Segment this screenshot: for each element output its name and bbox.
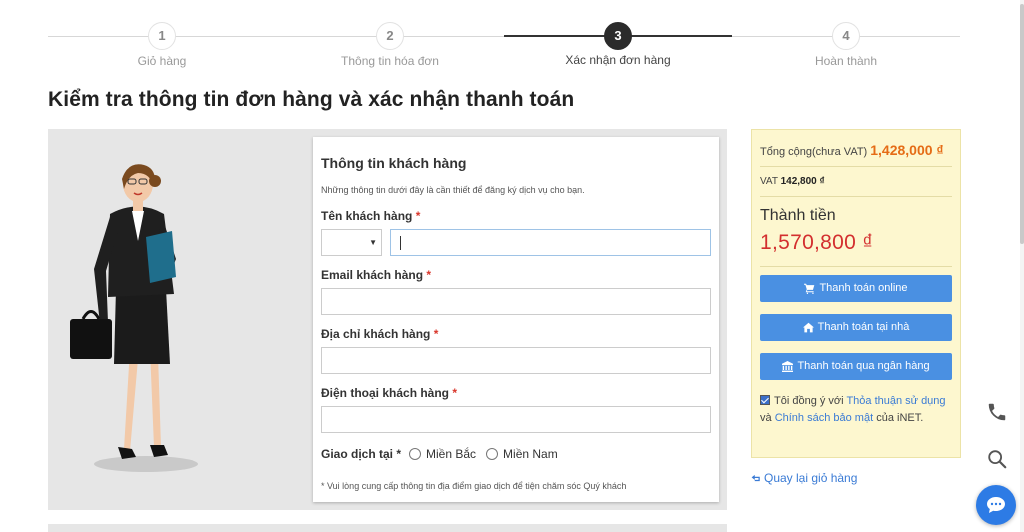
address-label: Địa chỉ khách hàng * xyxy=(321,327,438,341)
cart-icon xyxy=(804,283,815,294)
address-input[interactable] xyxy=(321,347,711,374)
return-icon xyxy=(751,474,760,482)
divider xyxy=(760,166,952,167)
order-summary: Tổng cộng(chưa VAT) 1,428,000 ₫ VAT 142,8… xyxy=(751,129,961,458)
back-to-cart-link[interactable]: Quay lại giỏ hàng xyxy=(751,471,857,485)
agree-prefix: Tôi đồng ý với xyxy=(774,395,844,407)
radio-north-label[interactable]: Miền Bắc xyxy=(426,447,476,461)
email-input[interactable] xyxy=(321,288,711,315)
step-invoice[interactable]: 2 Thông tin hóa đơn xyxy=(276,22,504,68)
required-mark: * xyxy=(433,327,439,341)
pay-online-label: Thanh toán online xyxy=(819,282,908,294)
total-label: Thành tiền xyxy=(760,207,836,224)
radio-south[interactable] xyxy=(486,448,499,460)
subtotal-row: Tổng cộng(chưa VAT) 1,428,000 ₫ xyxy=(760,142,944,158)
divider xyxy=(760,266,952,267)
name-label-text: Tên khách hàng xyxy=(321,209,413,223)
divider xyxy=(760,196,952,197)
bank-icon xyxy=(782,361,794,372)
page-title: Kiểm tra thông tin đơn hàng và xác nhận … xyxy=(48,88,575,111)
email-label-text: Email khách hàng xyxy=(321,268,424,282)
checkout-stepper: 1 Giỏ hàng 2 Thông tin hóa đơn 3 Xác nhậ… xyxy=(48,22,960,72)
form-note: * Vui lòng cung cấp thông tin địa điểm g… xyxy=(321,481,627,491)
phone-label-text: Điện thoại khách hàng xyxy=(321,386,450,400)
next-section-panel xyxy=(48,524,727,532)
form-description: Những thông tin dưới đây là cần thiết để… xyxy=(321,185,585,195)
step-number: 1 xyxy=(148,22,176,50)
privacy-link[interactable]: Chính sách bảo mật xyxy=(775,412,873,424)
step-cart[interactable]: 1 Giỏ hàng xyxy=(48,22,276,68)
step-number: 2 xyxy=(376,22,404,50)
terms-agreement: Tôi đồng ý với Thỏa thuận sử dụng và Chí… xyxy=(760,393,956,427)
step-number: 4 xyxy=(832,22,860,50)
subtotal-label: Tổng cộng(chưa VAT) xyxy=(760,146,868,158)
radio-north[interactable] xyxy=(409,448,422,460)
step-label: Xác nhận đơn hàng xyxy=(565,53,671,67)
phone-icon[interactable] xyxy=(986,401,1008,423)
total-value: 1,570,800 ₫ xyxy=(760,231,874,254)
businesswoman-illustration xyxy=(70,164,198,472)
phone-input[interactable] xyxy=(321,406,711,433)
step-number: 3 xyxy=(604,22,632,50)
name-label: Tên khách hàng * xyxy=(321,209,420,223)
transaction-location: Giao dịch tại * Miền Bắc Miền Nam xyxy=(321,447,564,461)
customer-info-form: Thông tin khách hàng Những thông tin dướ… xyxy=(313,137,719,502)
text-caret xyxy=(400,236,401,250)
subtotal-value: 1,428,000 ₫ xyxy=(870,142,944,158)
chat-button[interactable] xyxy=(976,485,1016,525)
transaction-label: Giao dịch tại * xyxy=(321,447,402,461)
phone-label: Điện thoại khách hàng * xyxy=(321,386,457,400)
home-icon xyxy=(802,322,814,333)
required-mark: * xyxy=(415,209,421,223)
address-label-text: Địa chỉ khách hàng xyxy=(321,327,431,341)
pay-bank-label: Thanh toán qua ngân hàng xyxy=(797,360,930,372)
email-label: Email khách hàng * xyxy=(321,268,431,282)
form-title: Thông tin khách hàng xyxy=(321,155,467,171)
pay-at-home-label: Thanh toán tại nhà xyxy=(817,321,910,333)
step-label: Giỏ hàng xyxy=(137,54,187,68)
back-to-cart-label: Quay lại giỏ hàng xyxy=(764,471,858,485)
required-mark: * xyxy=(426,268,432,282)
vat-value: 142,800 ₫ xyxy=(780,176,825,187)
search-icon[interactable] xyxy=(986,448,1008,470)
chevron-down-icon: ▼ xyxy=(369,238,377,247)
step-complete: 4 Hoàn thành xyxy=(732,22,960,68)
required-mark: * xyxy=(452,386,458,400)
pay-online-button[interactable]: Thanh toán online xyxy=(760,275,952,302)
vat-row: VAT 142,800 ₫ xyxy=(760,176,825,187)
pay-at-home-button[interactable]: Thanh toán tại nhà xyxy=(760,314,952,341)
page-scrollbar[interactable] xyxy=(1020,0,1024,532)
terms-link[interactable]: Thỏa thuận sử dụng xyxy=(846,395,945,407)
pay-bank-button[interactable]: Thanh toán qua ngân hàng xyxy=(760,353,952,380)
agree-suffix: của iNET. xyxy=(876,412,924,424)
agree-and: và xyxy=(760,412,772,424)
step-confirm: 3 Xác nhận đơn hàng xyxy=(504,22,732,67)
step-label: Thông tin hóa đơn xyxy=(341,54,439,68)
chat-icon xyxy=(987,497,1005,513)
scrollbar-thumb[interactable] xyxy=(1020,4,1024,244)
agree-checkbox[interactable] xyxy=(760,395,770,405)
radio-south-label[interactable]: Miền Nam xyxy=(503,447,558,461)
salutation-select[interactable]: ▼ xyxy=(321,229,382,256)
customer-name-input[interactable] xyxy=(390,229,711,256)
step-label: Hoàn thành xyxy=(814,54,878,68)
vat-label: VAT xyxy=(760,176,778,187)
